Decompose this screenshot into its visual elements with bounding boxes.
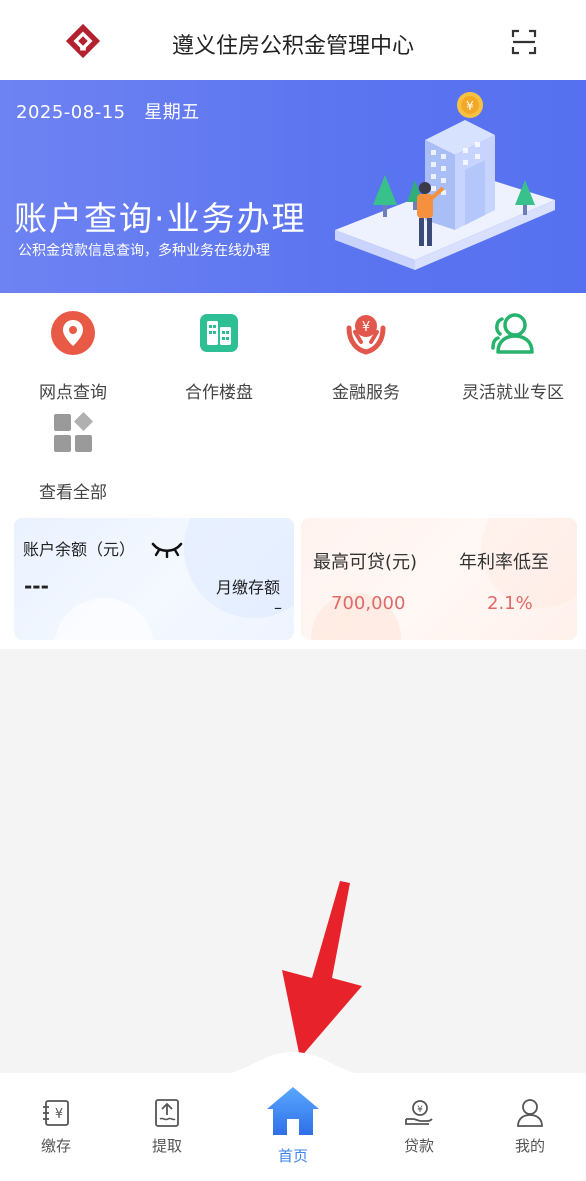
svg-text:¥: ¥: [417, 1105, 423, 1115]
banner-headline: 账户查询·业务办理: [14, 199, 307, 238]
menu-label: 合作楼盘: [185, 383, 253, 403]
loan-info-card[interactable]: 最高可贷(元) 700,000 年利率低至 2.1%: [301, 518, 577, 640]
menu-label: 金融服务: [332, 383, 400, 403]
person-icon: [517, 1099, 543, 1127]
menu-item-flexible-employment[interactable]: 灵活就业专区: [440, 308, 586, 403]
bottom-tab-bar: ¥ 缴存 提取 首页 ¥ 贷款 我的: [0, 1073, 586, 1181]
eye-closed-icon[interactable]: [151, 540, 183, 558]
tab-withdraw[interactable]: 提取: [127, 1097, 207, 1156]
max-loan-label: 最高可贷(元): [313, 552, 418, 573]
balance-value: ---: [24, 574, 49, 598]
tab-label: 首页: [277, 1147, 308, 1165]
red-arrow-annotation: [282, 881, 362, 1058]
tab-label: 提取: [151, 1137, 182, 1155]
svg-text:¥: ¥: [55, 1107, 63, 1122]
building-icon: [200, 314, 238, 352]
menu-item-financial-services[interactable]: ¥ 金融服务: [293, 308, 439, 403]
service-menu: 网点查询 合作楼盘 ¥ 金融服务 灵活就业专区 查看全部: [0, 293, 586, 507]
top-header: 遵义住房公积金管理中心: [0, 0, 586, 80]
tab-label: 缴存: [40, 1137, 71, 1155]
menu-label: 网点查询: [39, 383, 107, 403]
withdraw-upload-icon: [155, 1099, 179, 1127]
home-icon: [267, 1087, 319, 1135]
scan-icon[interactable]: [510, 28, 538, 56]
rate-label: 年利率低至: [459, 552, 549, 573]
banner-date: 2025-08-15 星期五: [16, 102, 200, 123]
loan-hand-icon: ¥: [405, 1100, 433, 1125]
monthly-deposit-label: 月缴存额: [216, 578, 281, 597]
menu-label: 查看全部: [39, 483, 107, 503]
promo-banner[interactable]: 2025-08-15 星期五 账户查询·业务办理 公积金贷款信息查询，多种业务在…: [0, 80, 586, 293]
summary-cards: 账户余额（元） --- 月缴存额 – 最高可贷(元) 700,000 年利率低至…: [0, 507, 586, 649]
page-title: 遵义住房公积金管理中心: [171, 34, 414, 59]
menu-item-view-all[interactable]: 查看全部: [0, 408, 146, 503]
monthly-deposit-value: –: [274, 598, 282, 617]
menu-label: 灵活就业专区: [462, 383, 564, 403]
location-pin-icon: [51, 311, 95, 355]
menu-item-outlet-query[interactable]: 网点查询: [0, 308, 146, 403]
yuan-hands-icon: ¥: [346, 315, 386, 355]
tab-label: 我的: [514, 1137, 545, 1155]
svg-text:¥: ¥: [466, 99, 474, 113]
city-illustration: ¥: [335, 92, 555, 270]
tab-deposit[interactable]: ¥ 缴存: [16, 1097, 96, 1156]
rate-value: 2.1%: [487, 593, 533, 614]
deposit-yuan-icon: ¥: [43, 1100, 69, 1126]
max-loan-value: 700,000: [331, 593, 406, 614]
menu-item-partner-estates[interactable]: 合作楼盘: [146, 308, 292, 403]
tab-loan[interactable]: ¥ 贷款: [379, 1097, 459, 1156]
balance-label: 账户余额（元）: [23, 540, 136, 559]
svg-text:¥: ¥: [362, 320, 370, 335]
users-icon: [491, 313, 534, 354]
tab-label: 贷款: [403, 1137, 434, 1155]
tab-home[interactable]: 首页: [253, 1083, 333, 1166]
tab-mine[interactable]: 我的: [490, 1097, 570, 1156]
banner-subline: 公积金贷款信息查询，多种业务在线办理: [18, 243, 270, 259]
grid-all-icon: [54, 412, 93, 452]
account-balance-card[interactable]: 账户余额（元） --- 月缴存额 –: [14, 518, 294, 640]
